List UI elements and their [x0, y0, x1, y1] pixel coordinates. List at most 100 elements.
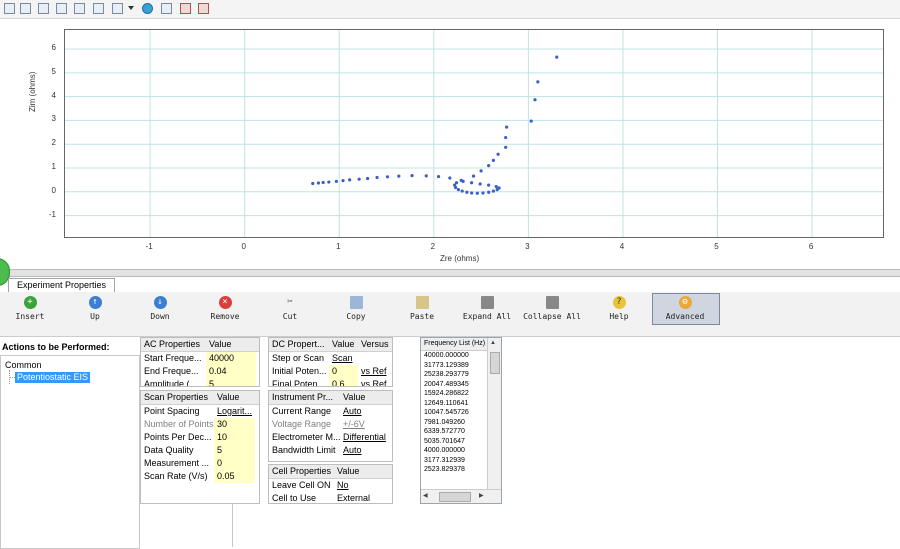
- cell-row-value[interactable]: External: [334, 492, 385, 503]
- instrument-row-value[interactable]: Auto: [340, 444, 387, 457]
- tree-node-common[interactable]: Common: [5, 360, 42, 370]
- frequency-item[interactable]: 4000.000000: [421, 446, 486, 456]
- instrument-row-value[interactable]: Differential: [340, 431, 387, 444]
- dc-row-versus[interactable]: vs Ref: [358, 378, 389, 386]
- properties-icon[interactable]: [4, 3, 15, 14]
- advanced-label: Advanced: [665, 312, 705, 321]
- dc-row-value[interactable]: 0.6: [329, 378, 358, 386]
- zoom-xy-icon[interactable]: [56, 3, 67, 14]
- frequency-item[interactable]: 5035.701647: [421, 437, 486, 447]
- advanced-icon: ⚙: [678, 296, 692, 309]
- data-point: [504, 145, 508, 149]
- data-point: [491, 158, 495, 162]
- frequency-item[interactable]: 10047.545726: [421, 408, 486, 418]
- frequency-item[interactable]: 20047.489345: [421, 380, 486, 390]
- scan-row-name: Data Quality: [144, 445, 194, 455]
- expand-all-button[interactable]: Expand All: [457, 295, 517, 325]
- scan-row-name: Number of Points: [144, 419, 214, 429]
- up-button[interactable]: ↑ Up: [65, 295, 125, 325]
- dc-row-value[interactable]: 0: [329, 365, 358, 378]
- frequency-item[interactable]: 15924.286822: [421, 389, 486, 399]
- area-chart-icon[interactable]: [180, 3, 191, 14]
- y-tick-label: 3: [51, 114, 56, 124]
- dc-row-value[interactable]: Scan: [329, 352, 358, 365]
- chevron-down-icon[interactable]: [128, 6, 134, 10]
- frequency-item[interactable]: 7981.049260: [421, 418, 486, 428]
- instrument-row-name: Current Range: [272, 406, 332, 416]
- frequency-list-hscrollbar[interactable]: ◀ ▶: [421, 489, 501, 503]
- data-point: [424, 174, 428, 178]
- instrument-header-value: Value: [343, 392, 366, 402]
- dc-row-name: Step or Scan: [272, 353, 325, 363]
- cursor-icon[interactable]: [112, 3, 123, 14]
- frequency-list: Frequency List (Hz) 40000.000000 31773.1…: [420, 337, 502, 504]
- frequency-item[interactable]: 2523.829378: [421, 465, 486, 475]
- collapse-all-button[interactable]: Collapse All: [522, 295, 582, 325]
- tab-experiment-properties[interactable]: Experiment Properties: [8, 278, 116, 292]
- scan-row-name: Measurement ...: [144, 458, 210, 468]
- panel-splitter[interactable]: [0, 269, 900, 277]
- cut-button[interactable]: ✂ Cut: [260, 295, 320, 325]
- scan-row-value[interactable]: Logarit...: [214, 405, 255, 418]
- help-icon: ?: [612, 296, 626, 309]
- frequency-list-vscrollbar[interactable]: ▲: [487, 338, 501, 490]
- help-button[interactable]: ? Help: [589, 295, 649, 325]
- data-point: [436, 174, 441, 179]
- paste-button[interactable]: Paste: [392, 295, 452, 325]
- data-point: [497, 186, 501, 190]
- data-point: [465, 190, 469, 194]
- data-point: [496, 152, 500, 156]
- zoom-in-icon[interactable]: [74, 3, 85, 14]
- tree-node-potentiostatic-eis[interactable]: Potentiostatic EIS: [15, 372, 91, 383]
- frequency-item[interactable]: 25238.293779: [421, 370, 486, 380]
- scroll-left-icon[interactable]: ◀: [423, 492, 428, 499]
- scroll-thumb[interactable]: [490, 352, 500, 374]
- frequency-item[interactable]: 12649.110641: [421, 399, 486, 409]
- zoom-y-icon[interactable]: [38, 3, 49, 14]
- data-point: [481, 191, 485, 195]
- scan-row-value[interactable]: 5: [214, 444, 255, 457]
- scan-row-value[interactable]: 30: [214, 418, 255, 431]
- data-point: [327, 180, 331, 184]
- down-button[interactable]: ↓ Down: [130, 295, 190, 325]
- ac-row-value[interactable]: 40000: [206, 352, 256, 365]
- instrument-row-value[interactable]: +/-6V: [340, 418, 387, 431]
- scan-row-value[interactable]: 10: [214, 431, 255, 444]
- data-point: [494, 184, 498, 189]
- frequency-item[interactable]: 3177.312939: [421, 456, 486, 466]
- tab-strip: [0, 277, 900, 293]
- data-point: [311, 181, 315, 186]
- frequency-item[interactable]: 6339.572770: [421, 427, 486, 437]
- remove-button[interactable]: × Remove: [195, 295, 255, 325]
- ac-row-value[interactable]: 0.04: [206, 365, 256, 378]
- frequency-item[interactable]: 31773.129389: [421, 361, 486, 371]
- scan-row-value[interactable]: 0.05: [214, 470, 255, 483]
- globe-icon[interactable]: [142, 3, 153, 14]
- zoom-x-icon[interactable]: [20, 3, 31, 14]
- plot-area: [65, 30, 883, 237]
- x-tick-label: 1: [336, 242, 341, 251]
- y-tick-label: 5: [51, 66, 56, 76]
- frequency-item[interactable]: 40000.000000: [421, 351, 486, 361]
- plus-icon: +: [23, 296, 37, 309]
- scroll-right-icon[interactable]: ▶: [479, 492, 484, 499]
- dc-row-versus[interactable]: vs Ref: [358, 365, 389, 378]
- cell-row-value[interactable]: No: [334, 479, 385, 492]
- hscroll-thumb[interactable]: [439, 492, 471, 502]
- instrument-row-value[interactable]: Auto: [340, 405, 387, 418]
- data-point: [341, 179, 345, 183]
- zoom-out-icon[interactable]: [93, 3, 104, 14]
- ac-row-value[interactable]: 5: [206, 378, 256, 386]
- peak-chart-icon[interactable]: [198, 3, 209, 14]
- x-tick-label: 0: [241, 242, 246, 251]
- x-tick-label: 4: [619, 242, 625, 251]
- line-chart-icon[interactable]: [161, 3, 172, 14]
- copy-button[interactable]: Copy: [326, 295, 386, 325]
- scan-row-value[interactable]: 0: [214, 457, 255, 470]
- cell-header-value: Value: [337, 466, 360, 476]
- x-axis-title: Zre (ohms): [440, 254, 480, 263]
- y-tick-label: -1: [48, 209, 56, 219]
- insert-button[interactable]: + Insert: [0, 295, 60, 325]
- scroll-up-icon[interactable]: ▲: [490, 340, 496, 346]
- advanced-button[interactable]: ⚙ Advanced: [655, 295, 715, 325]
